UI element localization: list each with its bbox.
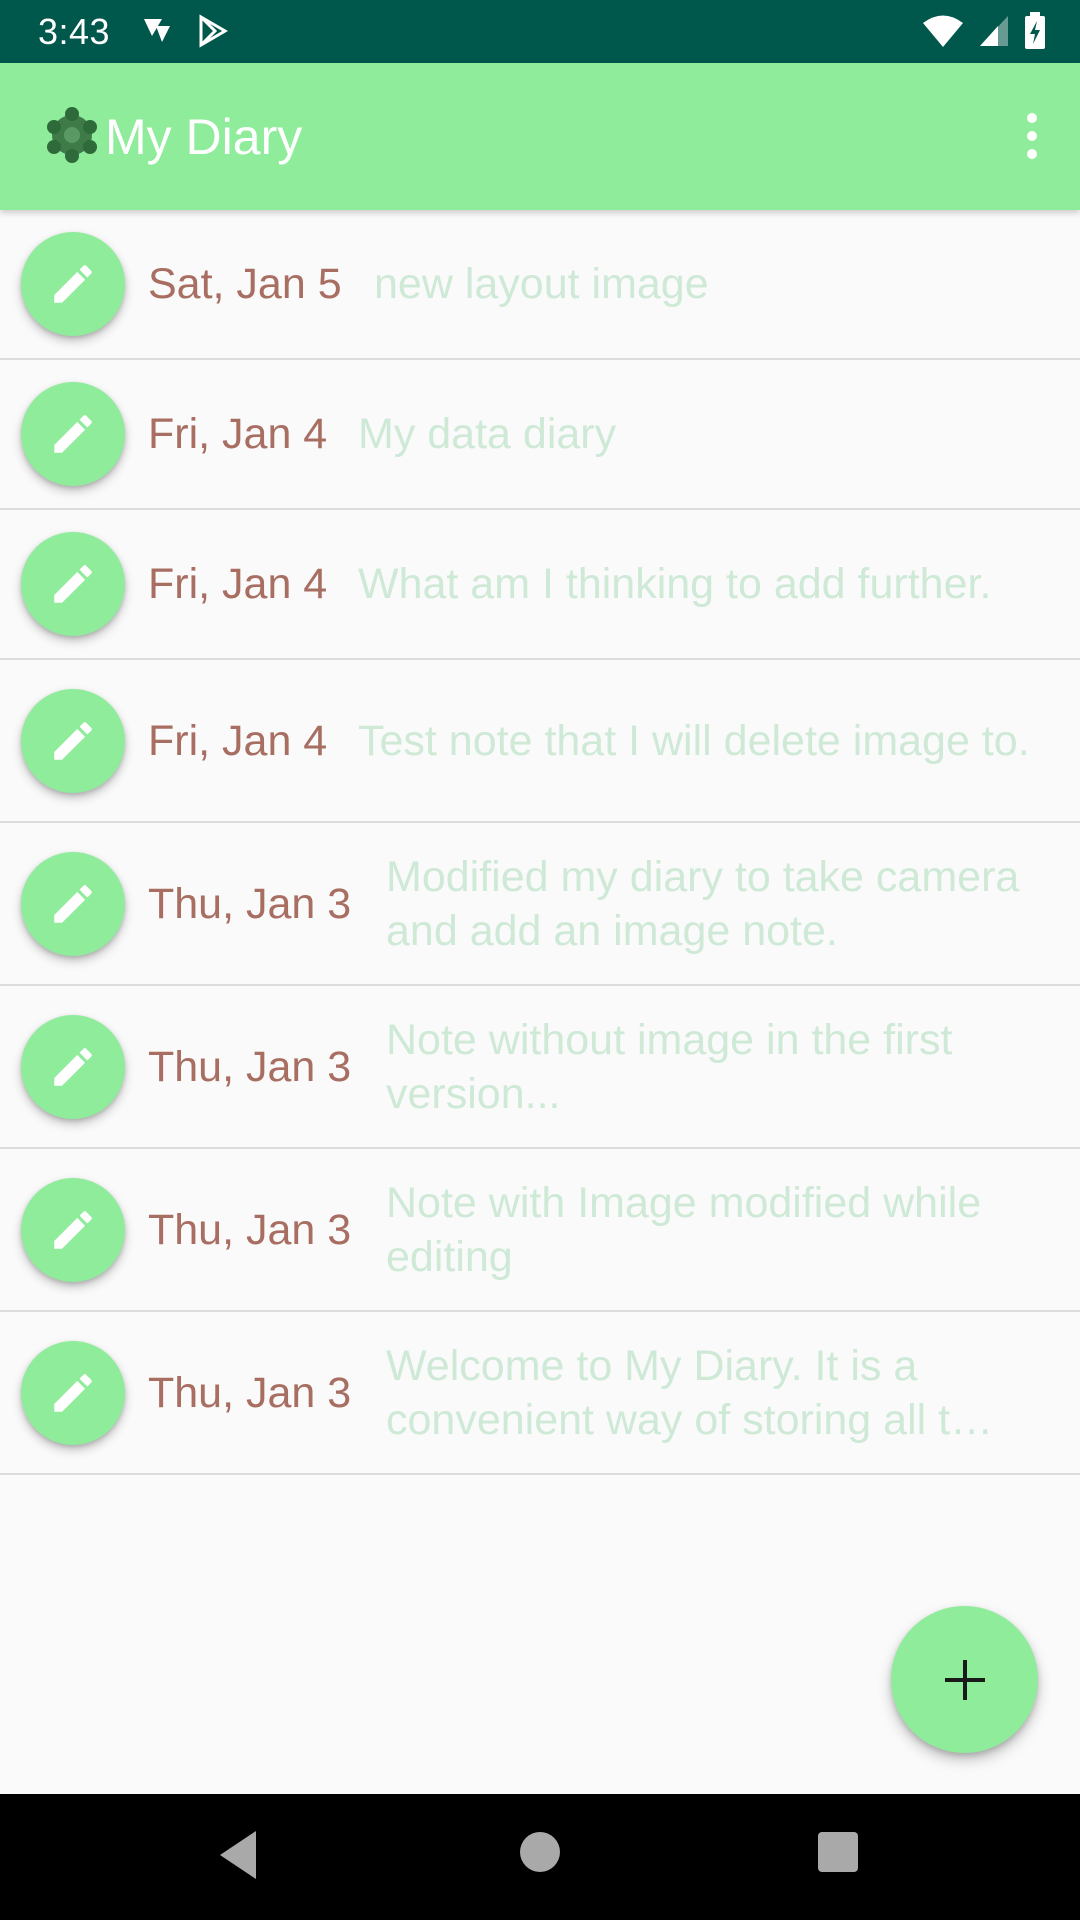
edit-button[interactable] <box>21 851 125 956</box>
pencil-icon <box>54 565 92 603</box>
pencil-icon <box>54 721 92 760</box>
entry-text: My data diary <box>358 410 617 458</box>
app-bar: My Diary <box>0 63 1080 210</box>
navigation-bar <box>0 1794 1080 1920</box>
pencil-icon <box>54 265 92 303</box>
entry-date: Fri, Jan 4 <box>148 716 328 765</box>
edit-button[interactable] <box>21 1177 125 1282</box>
edit-button[interactable] <box>21 1340 125 1445</box>
home-icon[interactable] <box>520 1832 560 1872</box>
entry-date: Fri, Jan 4 <box>148 560 328 608</box>
battery-icon <box>1025 12 1045 49</box>
add-icon <box>944 1659 985 1700</box>
signal-icon <box>980 16 1008 46</box>
list-item[interactable]: Fri, Jan 4 Test note that I will delete … <box>0 660 1080 823</box>
pencil-icon <box>54 1210 92 1249</box>
more-vert-dot <box>1027 131 1037 141</box>
entry-text: Welcome to My Diary. It is a convenient … <box>386 1341 994 1444</box>
list-item[interactable]: Fri, Jan 4 What am I thinking to add fur… <box>0 510 1080 660</box>
list-item[interactable]: Thu, Jan 3 Modified my diary to take cam… <box>0 823 1080 986</box>
status-bar: 3:43 <box>0 0 1080 63</box>
entry-text: new layout image <box>374 260 709 308</box>
back-icon[interactable] <box>216 1829 260 1881</box>
recents-icon[interactable] <box>818 1832 858 1872</box>
edit-button[interactable] <box>21 1014 125 1119</box>
entry-text: Note without image in the first version.… <box>386 1015 953 1118</box>
list-item[interactable]: Thu, Jan 3 Note without image in the fir… <box>0 986 1080 1149</box>
entry-date: Fri, Jan 4 <box>148 410 328 458</box>
more-vert-dot <box>1027 149 1037 159</box>
entry-date: Sat, Jan 5 <box>148 260 342 308</box>
diary-logo-icon <box>47 107 97 163</box>
list-item[interactable]: Fri, Jan 4 My data diary <box>0 360 1080 510</box>
edit-button[interactable] <box>21 688 125 793</box>
edit-button[interactable] <box>21 532 125 636</box>
entry-text: Modified my diary to take camera and add… <box>386 852 1020 955</box>
entry-date: Thu, Jan 3 <box>148 879 352 928</box>
list-item[interactable]: Sat, Jan 5 new layout image <box>0 210 1080 360</box>
play-store-icon <box>199 14 228 48</box>
wifi-icon <box>923 15 963 47</box>
list-item[interactable]: Thu, Jan 3 Note with Image modified whil… <box>0 1149 1080 1312</box>
pencil-icon <box>54 1373 92 1412</box>
diary-entry-list: Sat, Jan 5 new layout image Fri, Jan 4 M… <box>0 210 1080 1475</box>
entry-date: Thu, Jan 3 <box>148 1205 352 1254</box>
list-item[interactable]: Thu, Jan 3 Welcome to My Diary. It is a … <box>0 1312 1080 1475</box>
entry-text: Test note that I will delete image to. <box>358 716 1030 765</box>
more-vert-icon <box>1027 113 1037 123</box>
overflow-menu-button[interactable] <box>1010 103 1054 169</box>
entry-text: Note with Image modified while editing <box>386 1178 982 1281</box>
entry-date: Thu, Jan 3 <box>148 1368 352 1417</box>
entry-text: What am I thinking to add further. <box>358 560 992 608</box>
edit-button[interactable] <box>21 382 125 486</box>
edit-button[interactable] <box>21 232 125 336</box>
pencil-icon <box>54 415 92 453</box>
pencil-icon <box>54 1047 92 1086</box>
add-entry-button[interactable] <box>891 1606 1038 1753</box>
entry-date: Thu, Jan 3 <box>148 1042 352 1091</box>
page-title: My Diary <box>105 109 303 165</box>
notification-icon <box>144 19 170 42</box>
status-icons <box>922 12 1046 50</box>
pencil-icon <box>54 884 92 923</box>
status-time: 3:43 <box>38 11 111 52</box>
